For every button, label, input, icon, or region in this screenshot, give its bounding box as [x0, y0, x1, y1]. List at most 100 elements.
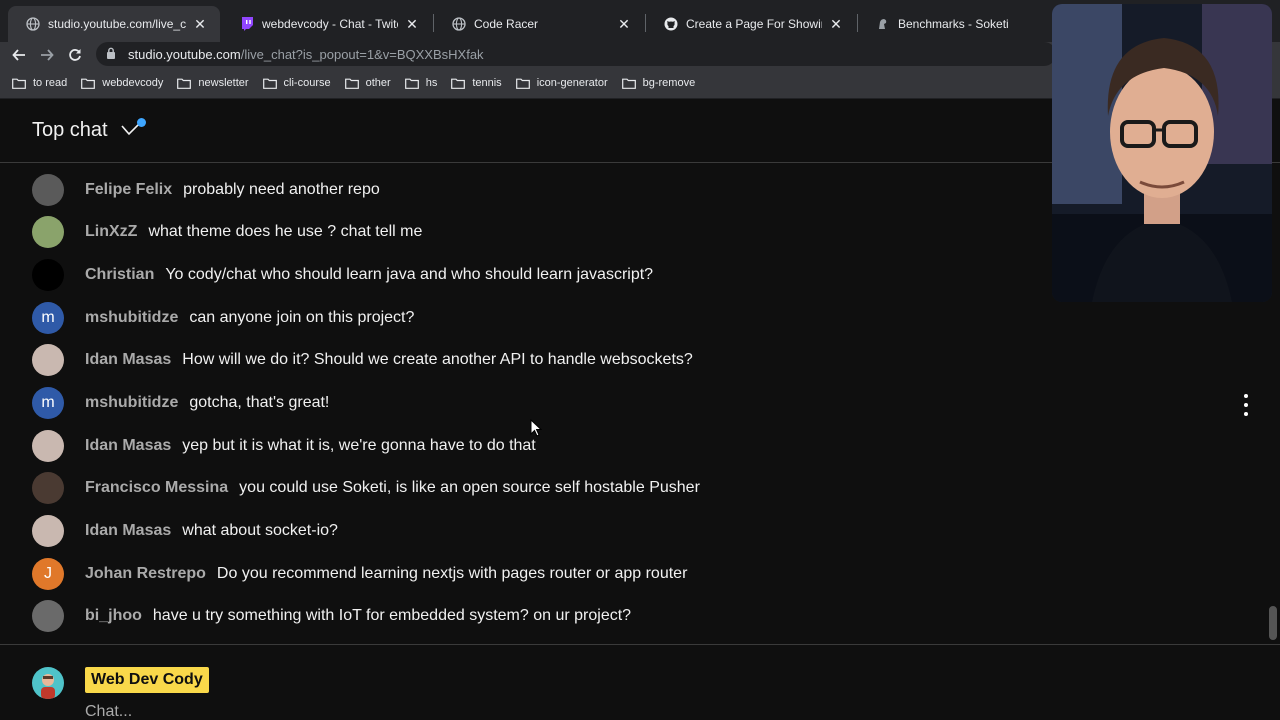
message-author[interactable]: Idan Masas	[85, 522, 171, 540]
tab-title: Benchmarks - Soketi	[898, 17, 1009, 31]
avatar	[32, 472, 64, 504]
message-author[interactable]: bi_jhoo	[85, 607, 142, 625]
avatar	[32, 344, 64, 376]
folder-icon	[451, 78, 466, 89]
tab-code-racer[interactable]: Code Racer ✕	[434, 6, 644, 42]
lock-icon	[106, 47, 118, 62]
tab-youtube-live-chat[interactable]: studio.youtube.com/live_chat? ✕	[8, 6, 220, 42]
back-arrow-icon[interactable]	[8, 44, 30, 66]
tab-title: Code Racer	[474, 17, 539, 31]
message-author[interactable]: LinXzZ	[85, 223, 137, 241]
tab-github-pr[interactable]: Create a Page For Showing Rac ✕	[646, 6, 856, 42]
message-author[interactable]: Felipe Felix	[85, 181, 172, 199]
bookmark-label: to read	[33, 77, 68, 89]
message-author[interactable]: Idan Masas	[85, 437, 171, 455]
bookmark-bg-remove[interactable]: bg-remove	[621, 77, 696, 89]
bookmark-label: icon-generator	[536, 77, 608, 89]
message-text: you could use Soketi, is like an open so…	[239, 479, 700, 496]
avatar	[32, 259, 64, 291]
webcam-overlay	[1052, 4, 1272, 302]
list-item[interactable]: Christian Yo cody/chat who should learn …	[32, 258, 653, 292]
bookmark-hs[interactable]: hs	[404, 77, 437, 89]
message-author[interactable]: Christian	[85, 266, 154, 284]
message-author[interactable]: Francisco Messina	[85, 479, 228, 497]
close-icon[interactable]: ✕	[616, 16, 632, 33]
list-item[interactable]: Idan Masas what about socket-io?	[32, 514, 338, 548]
avatar: J	[32, 558, 64, 590]
tab-twitch-chat[interactable]: webdevcody - Chat - Twitch ✕	[222, 6, 432, 42]
list-item[interactable]: Francisco Messina you could use Soketi, …	[32, 471, 700, 505]
message-text: Do you recommend learning nextjs with pa…	[216, 565, 688, 582]
list-item[interactable]: Felipe Felix probably need another repo	[32, 173, 380, 207]
list-item[interactable]: m mshubitidze gotcha, that's great!	[32, 386, 329, 420]
forward-arrow-icon[interactable]	[36, 44, 58, 66]
globe-icon	[26, 17, 40, 31]
address-bar[interactable]: studio.youtube.com/live_chat?is_popout=1…	[96, 42, 1056, 66]
url-host: studio.youtube.com	[128, 46, 241, 62]
folder-icon	[621, 78, 636, 89]
chat-mode-title[interactable]: Top chat	[32, 119, 108, 142]
tab-title: webdevcody - Chat - Twitch	[262, 17, 398, 31]
list-item[interactable]: Idan Masas How will we do it? Should we …	[32, 343, 693, 377]
bookmark-cli-course[interactable]: cli-course	[262, 77, 331, 89]
close-icon[interactable]: ✕	[192, 16, 208, 33]
close-icon[interactable]: ✕	[404, 16, 420, 33]
url-path: /live_chat?is_popout=1&v=BQXXBsHXfak	[240, 46, 484, 62]
message-text: have u try something with IoT for embedd…	[152, 607, 632, 624]
list-item[interactable]: LinXzZ what theme does he use ? chat tel…	[32, 215, 422, 249]
folder-icon	[515, 78, 530, 89]
bookmark-icon-generator[interactable]: icon-generator	[515, 77, 608, 89]
bookmark-to-read[interactable]: to read	[12, 77, 67, 89]
folder-icon	[12, 78, 26, 89]
chat-input[interactable]: Chat...	[85, 703, 132, 720]
list-item[interactable]: m mshubitidze can anyone join on this pr…	[32, 301, 414, 335]
avatar: m	[32, 387, 64, 419]
bookmark-label: newsletter	[198, 77, 249, 89]
globe-icon	[452, 17, 466, 31]
message-text: yep but it is what it is, we're gonna ha…	[182, 437, 536, 454]
message-author[interactable]: mshubitidze	[85, 309, 178, 327]
folder-icon	[404, 78, 419, 89]
chat-scrollbar[interactable]	[1269, 606, 1277, 640]
avatar	[32, 216, 64, 248]
tab-title: Create a Page For Showing Rac	[686, 17, 822, 31]
tab-soketi-benchmarks[interactable]: Benchmarks - Soketi	[858, 6, 1058, 42]
chat-composer: Web Dev Cody Chat...	[0, 644, 1280, 720]
avatar	[32, 667, 64, 699]
more-options-icon[interactable]	[1242, 394, 1250, 416]
bookmark-label: other	[365, 77, 391, 89]
message-author[interactable]: mshubitidze	[85, 394, 178, 412]
bookmark-other[interactable]: other	[344, 77, 391, 89]
folder-icon	[81, 78, 96, 89]
avatar	[32, 430, 64, 462]
message-author[interactable]: Idan Masas	[85, 351, 171, 369]
bookmark-tennis[interactable]: tennis	[451, 77, 502, 89]
twitch-icon	[240, 17, 254, 31]
mouse-cursor-icon	[530, 419, 542, 437]
folder-icon	[177, 78, 192, 89]
notification-dot	[137, 118, 146, 127]
message-text: what theme does he use ? chat tell me	[148, 223, 423, 240]
message-text: probably need another repo	[183, 181, 380, 198]
channel-name-badge: Web Dev Cody	[85, 667, 209, 693]
list-item[interactable]: Idan Masas yep but it is what it is, we'…	[32, 429, 536, 463]
message-author[interactable]: Johan Restrepo	[85, 565, 206, 583]
close-icon[interactable]: ✕	[828, 16, 844, 33]
bookmark-label: webdevcody	[102, 77, 164, 89]
message-text: can anyone join on this project?	[189, 309, 415, 326]
message-text: what about socket-io?	[182, 522, 338, 539]
list-item[interactable]: J Johan Restrepo Do you recommend learni…	[32, 557, 687, 591]
folder-icon	[344, 78, 359, 89]
message-text: Yo cody/chat who should learn java and w…	[165, 266, 654, 283]
avatar	[32, 174, 64, 206]
list-item[interactable]: bi_jhoo have u try something with IoT fo…	[32, 599, 631, 633]
avatar: m	[32, 302, 64, 334]
reload-icon[interactable]	[64, 44, 86, 66]
bookmark-label: bg-remove	[642, 77, 696, 89]
tab-title: studio.youtube.com/live_chat?	[48, 17, 186, 31]
bookmark-label: cli-course	[283, 77, 331, 89]
bookmark-webdevcody[interactable]: webdevcody	[81, 77, 163, 89]
avatar	[32, 515, 64, 547]
bookmark-label: tennis	[472, 77, 502, 89]
bookmark-newsletter[interactable]: newsletter	[177, 77, 249, 89]
